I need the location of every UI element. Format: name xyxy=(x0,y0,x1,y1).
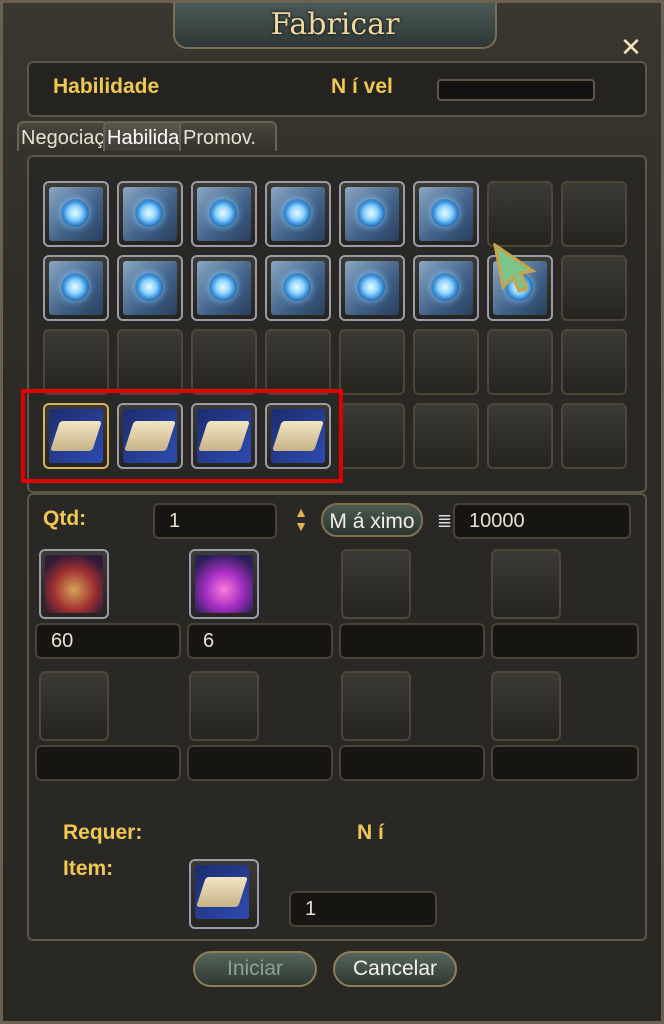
tab-habilidade[interactable]: Habilidade xyxy=(103,121,189,151)
recipe-scroll-icon xyxy=(195,865,249,919)
required-item-amount: 1 xyxy=(289,891,437,927)
blue-spiral-tome-icon xyxy=(419,261,473,315)
recipe-slot[interactable] xyxy=(117,181,183,247)
empty-slot[interactable] xyxy=(339,329,405,395)
cost-field: 10000 xyxy=(453,503,631,539)
blue-spiral-tome-icon xyxy=(197,187,251,241)
title-bar[interactable]: Fabricar xyxy=(173,3,497,49)
material-amount-empty xyxy=(491,623,639,659)
recipe-slot[interactable] xyxy=(191,255,257,321)
selection-highlight xyxy=(21,389,343,483)
recipe-slot[interactable] xyxy=(413,181,479,247)
material-amount-empty xyxy=(339,745,485,781)
cancel-button[interactable]: Cancelar xyxy=(333,951,457,987)
recipe-slot[interactable] xyxy=(191,181,257,247)
empty-slot[interactable] xyxy=(561,181,627,247)
material-slot[interactable] xyxy=(189,549,259,619)
empty-slot[interactable] xyxy=(265,329,331,395)
material-slot-empty[interactable] xyxy=(39,671,109,741)
empty-slot[interactable] xyxy=(43,329,109,395)
tab-negociacao[interactable]: Negociação xyxy=(17,121,109,151)
recipe-slot[interactable] xyxy=(43,181,109,247)
material-slot-empty[interactable] xyxy=(341,671,411,741)
empty-slot[interactable] xyxy=(191,329,257,395)
material-slot-empty[interactable] xyxy=(341,549,411,619)
blue-spiral-tome-icon xyxy=(271,187,325,241)
close-icon[interactable]: ✕ xyxy=(615,31,647,63)
material-amount: 60 xyxy=(35,623,181,659)
qty-spinner-icon[interactable]: ▲ ▼ xyxy=(291,505,311,537)
materials-panel: Qtd: 1 ▲ ▼ M á ximo ≣ 10000 60 6 Requer: … xyxy=(27,493,647,941)
qty-label: Qtd: xyxy=(43,507,87,530)
qty-input[interactable]: 1 xyxy=(153,503,277,539)
empty-slot[interactable] xyxy=(339,403,405,469)
header-panel: Habilidade N í vel xyxy=(27,61,647,117)
recipe-slot[interactable] xyxy=(265,181,331,247)
requires-label: Requer: xyxy=(63,821,143,844)
recipe-slot[interactable] xyxy=(43,255,109,321)
empty-slot[interactable] xyxy=(487,329,553,395)
material-slot-empty[interactable] xyxy=(491,549,561,619)
material-slot-empty[interactable] xyxy=(189,671,259,741)
empty-slot[interactable] xyxy=(487,403,553,469)
empty-slot[interactable] xyxy=(561,403,627,469)
skill-label: Habilidade xyxy=(53,75,160,98)
material-amount-empty xyxy=(339,623,485,659)
recipe-slot[interactable] xyxy=(339,255,405,321)
empty-slot[interactable] xyxy=(413,329,479,395)
blue-spiral-tome-icon xyxy=(419,187,473,241)
start-button[interactable]: Iniciar xyxy=(193,951,317,987)
tab-promov[interactable]: Promov. xyxy=(179,121,277,151)
material-slot[interactable] xyxy=(39,549,109,619)
required-item-slot[interactable] xyxy=(189,859,259,929)
blue-spiral-tome-icon xyxy=(271,261,325,315)
blue-spiral-tome-icon xyxy=(345,261,399,315)
red-potion-icon xyxy=(45,555,103,613)
material-amount-empty xyxy=(491,745,639,781)
blue-spiral-tome-icon xyxy=(345,187,399,241)
required-level: N í xyxy=(357,821,384,844)
recipe-slot[interactable] xyxy=(339,181,405,247)
crafting-window: Fabricar ✕ Habilidade N í vel Negociação… xyxy=(0,0,664,1024)
blue-spiral-tome-icon xyxy=(49,187,103,241)
empty-slot[interactable] xyxy=(561,329,627,395)
recipe-slot[interactable] xyxy=(413,255,479,321)
recipe-slot[interactable] xyxy=(117,255,183,321)
empty-slot[interactable] xyxy=(487,181,553,247)
window-title: Fabricar xyxy=(270,7,400,42)
blue-spiral-tome-icon xyxy=(197,261,251,315)
empty-slot[interactable] xyxy=(413,403,479,469)
material-amount-empty xyxy=(35,745,181,781)
material-amount: 6 xyxy=(187,623,333,659)
purple-potion-icon xyxy=(195,555,253,613)
material-amount-empty xyxy=(187,745,333,781)
blue-spiral-tome-icon xyxy=(123,187,177,241)
item-label: Item: xyxy=(63,857,114,880)
blue-spiral-tome-icon xyxy=(49,261,103,315)
empty-slot[interactable] xyxy=(561,255,627,321)
level-bar xyxy=(437,79,595,101)
recipe-slot[interactable] xyxy=(265,255,331,321)
blue-spiral-tome-icon xyxy=(123,261,177,315)
level-label: N í vel xyxy=(331,75,393,98)
material-slot-empty[interactable] xyxy=(491,671,561,741)
mouse-cursor-icon xyxy=(493,243,537,293)
max-button[interactable]: M á ximo xyxy=(321,503,423,537)
empty-slot[interactable] xyxy=(117,329,183,395)
